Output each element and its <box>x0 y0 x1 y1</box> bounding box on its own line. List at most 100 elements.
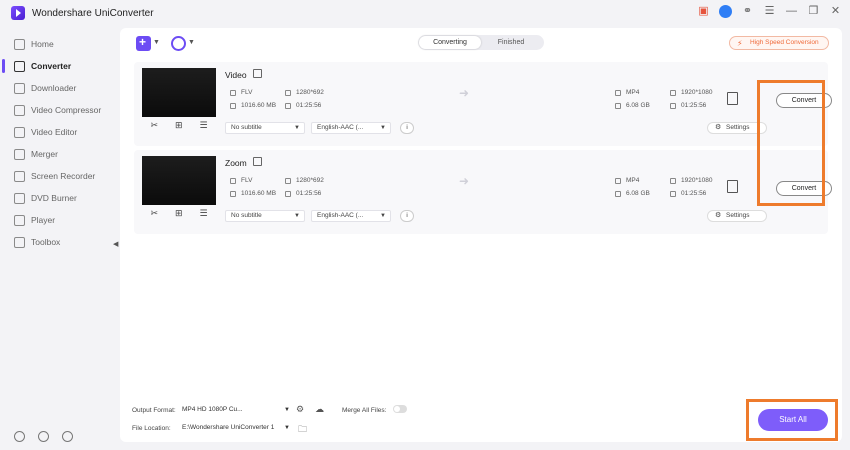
output-format-select[interactable]: MP4 HD 1080P Cu... ▼ <box>182 404 290 416</box>
trim-scissors-icon[interactable]: ✂ <box>150 120 158 131</box>
sidebar-item-toolbox[interactable]: Toolbox <box>0 231 118 253</box>
clock-icon <box>670 102 676 109</box>
sidebar-item-downloader[interactable]: Downloader <box>0 77 118 99</box>
minimize-icon[interactable]: — <box>785 5 798 18</box>
output-settings-icon[interactable] <box>727 180 738 193</box>
compress-icon <box>14 104 25 116</box>
video-thumbnail[interactable] <box>142 156 216 205</box>
src-duration-value: 01:25:56 <box>296 102 322 109</box>
folder-open-icon[interactable]: 🗀 <box>298 422 307 438</box>
audio-value: English-AAC (... <box>317 124 364 131</box>
status-tabs: Converting Finished <box>418 35 544 50</box>
sidebar-item-label: Converter <box>31 61 72 71</box>
src-size: 1016.60 MB <box>230 102 276 109</box>
chevron-down-icon: ▼ <box>284 407 290 413</box>
disc-icon <box>14 192 25 204</box>
resolution-icon <box>285 89 291 96</box>
out-duration-value: 01:25:56 <box>681 102 707 109</box>
output-format-label: Output Format: <box>132 407 176 414</box>
app-logo <box>11 6 25 20</box>
merge-all-toggle[interactable] <box>393 405 407 413</box>
output-settings-icon[interactable] <box>727 92 738 105</box>
menu-icon[interactable]: ☰ <box>763 5 776 18</box>
help-icon[interactable] <box>14 431 25 442</box>
chevron-down-icon[interactable]: ▼ <box>188 39 195 46</box>
chevron-down-icon[interactable]: ▼ <box>153 39 160 46</box>
sidebar-item-label: Home <box>31 39 54 49</box>
trim-scissors-icon[interactable]: ✂ <box>150 208 158 219</box>
src-resolution: 1280*692 <box>285 89 324 96</box>
sidebar-item-video-compressor[interactable]: Video Compressor <box>0 99 118 121</box>
add-files-icon[interactable] <box>136 35 151 51</box>
collapse-sidebar-icon[interactable]: ◀ <box>113 240 118 248</box>
scissors-icon <box>14 126 25 138</box>
format-icon <box>615 177 621 184</box>
maximize-icon[interactable]: ❐ <box>807 5 820 18</box>
folder-icon <box>615 190 621 197</box>
tab-finished[interactable]: Finished <box>480 36 542 49</box>
settings-button[interactable]: ⚙ Settings <box>707 210 767 222</box>
merge-icon <box>14 148 25 160</box>
src-size-value: 1016.60 MB <box>241 190 277 197</box>
format-icon <box>230 177 236 184</box>
cloud-icon[interactable]: ☁ <box>315 404 324 415</box>
src-resolution-value: 1280*692 <box>296 89 324 96</box>
audio-value: English-AAC (... <box>317 212 364 219</box>
crop-icon[interactable]: ⊞ <box>175 208 183 219</box>
out-size-value: 6.08 GB <box>626 102 650 109</box>
sidebar-item-player[interactable]: Player <box>0 209 118 231</box>
sidebar-item-converter[interactable]: Converter <box>0 55 118 77</box>
info-icon[interactable]: i <box>400 122 414 134</box>
sidebar-item-merger[interactable]: Merger <box>0 143 118 165</box>
rename-edit-icon[interactable] <box>253 69 262 78</box>
out-format-value: MP4 <box>626 89 640 96</box>
resolution-icon <box>670 89 676 96</box>
sidebar-item-dvd-burner[interactable]: DVD Burner <box>0 187 118 209</box>
support-headset-icon[interactable]: ⚭ <box>741 5 754 18</box>
load-dvd-icon[interactable] <box>171 36 186 51</box>
format-settings-icon[interactable]: ⚙ <box>296 404 304 415</box>
out-duration: 01:25:56 <box>670 102 706 109</box>
high-speed-label: High Speed Conversion <box>750 39 819 46</box>
sidebar-item-screen-recorder[interactable]: Screen Recorder <box>0 165 118 187</box>
notification-bell-icon[interactable] <box>38 431 49 442</box>
start-all-button[interactable]: Start All <box>758 409 828 431</box>
settings-label: Settings <box>726 212 750 219</box>
info-icon[interactable]: i <box>400 210 414 222</box>
effects-list-icon[interactable]: ☰ <box>199 120 207 131</box>
out-duration-value: 01:25:56 <box>681 190 707 197</box>
sidebar-item-home[interactable]: Home <box>0 33 118 55</box>
subtitle-dropdown[interactable]: No subtitle ▼ <box>225 210 305 222</box>
audio-dropdown[interactable]: English-AAC (... ▼ <box>311 122 391 134</box>
output-format-value: MP4 HD 1080P Cu... <box>182 406 243 413</box>
video-thumbnail[interactable] <box>142 68 216 117</box>
src-duration: 01:25:56 <box>285 102 321 109</box>
tab-converting[interactable]: Converting <box>419 36 481 49</box>
chevron-down-icon: ▼ <box>294 125 300 131</box>
feedback-icon[interactable] <box>62 431 73 442</box>
out-resolution: 1920*1080 <box>670 89 712 96</box>
sidebar-item-video-editor[interactable]: Video Editor <box>0 121 118 143</box>
audio-dropdown[interactable]: English-AAC (... ▼ <box>311 210 391 222</box>
crop-icon[interactable]: ⊞ <box>175 120 183 131</box>
chevron-down-icon: ▼ <box>380 213 386 219</box>
effects-list-icon[interactable]: ☰ <box>199 208 207 219</box>
out-size-value: 6.08 GB <box>626 190 650 197</box>
folder-icon <box>230 102 236 109</box>
convert-buttons-highlight <box>757 80 825 206</box>
gift-icon[interactable]: ▣ <box>697 5 710 18</box>
title-bar: Wondershare UniConverter ▣ ⚭ ☰ — ❐ ✕ <box>0 0 850 26</box>
sidebar-item-label: Merger <box>31 149 58 159</box>
subtitle-dropdown[interactable]: No subtitle ▼ <box>225 122 305 134</box>
out-size: 6.08 GB <box>615 102 650 109</box>
account-icon[interactable] <box>719 5 732 18</box>
close-icon[interactable]: ✕ <box>829 5 842 18</box>
file-location-select[interactable]: E:\Wondershare UniConverter 1 ▼ <box>182 422 290 434</box>
folder-icon <box>230 190 236 197</box>
lightning-icon: ⚡ <box>737 39 743 48</box>
grid-icon <box>14 236 25 248</box>
rename-edit-icon[interactable] <box>253 157 262 166</box>
active-indicator <box>2 59 5 73</box>
high-speed-conversion-toggle[interactable]: ⚡ High Speed Conversion <box>729 36 829 50</box>
out-size: 6.08 GB <box>615 190 650 197</box>
